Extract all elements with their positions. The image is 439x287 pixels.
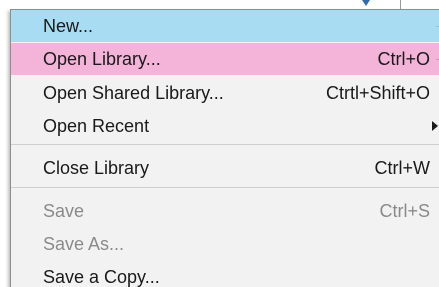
menu-item-label: Save <box>43 201 85 221</box>
menu-item-label: Save As... <box>43 234 125 254</box>
divider <box>400 0 401 9</box>
menu-item-shortcut: Ctrl+O <box>377 49 430 69</box>
menu-item-shortcut: Ctrl+W <box>374 158 431 178</box>
menu-item-open-shared-library[interactable]: Open Shared Library... Ctrtl+Shift+O <box>11 77 439 109</box>
menu-item-label: Open Shared Library... <box>43 83 224 103</box>
window-top-strip <box>0 0 439 9</box>
menu-item-label: Open Library... <box>43 49 161 69</box>
menu-item-save-a-copy[interactable]: Save a Copy... <box>11 261 439 287</box>
menu-item-label: Open Recent <box>43 116 150 136</box>
menu-separator <box>11 187 439 188</box>
menu-item-open-library[interactable]: Open Library... Ctrl+O <box>11 43 439 75</box>
chevron-right-icon <box>432 121 438 131</box>
menu-item-label: Save a Copy... <box>43 267 160 287</box>
menu-separator <box>11 144 439 145</box>
menu-item-new[interactable]: New... <box>11 10 439 42</box>
file-menu: New... Open Library... Ctrl+O Open Share… <box>10 9 439 287</box>
screenshot-stage: New... Open Library... Ctrl+O Open Share… <box>0 0 439 287</box>
menu-item-save-as[interactable]: Save As... <box>11 228 439 260</box>
menu-item-label: New... <box>43 16 94 36</box>
caret-down-icon <box>362 0 370 6</box>
menu-item-shortcut: Ctrl+S <box>379 201 430 221</box>
menu-item-shortcut: Ctrtl+Shift+O <box>325 83 430 103</box>
menu-item-open-recent[interactable]: Open Recent <box>11 110 439 142</box>
menu-item-save[interactable]: Save Ctrl+S <box>11 195 439 227</box>
menu-item-label: Close Library <box>43 158 150 178</box>
menu-item-close-library[interactable]: Close Library Ctrl+W <box>11 152 439 184</box>
